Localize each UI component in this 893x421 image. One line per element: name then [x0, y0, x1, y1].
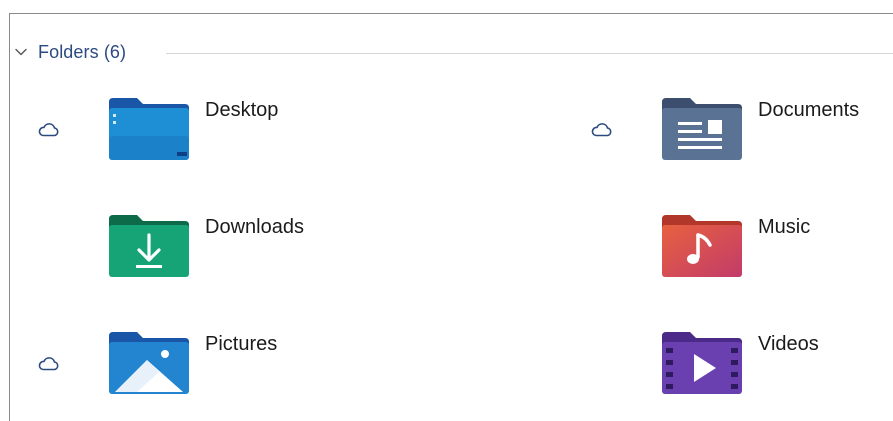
pictures-folder-icon	[107, 330, 191, 396]
folder-item-videos[interactable]: Videos	[590, 330, 893, 410]
folder-item-downloads[interactable]: Downloads	[37, 213, 397, 293]
folder-label: Videos	[758, 333, 819, 355]
folder-item-desktop[interactable]: Desktop	[37, 96, 397, 176]
folder-label: Desktop	[205, 99, 279, 121]
chevron-down-icon[interactable]	[14, 45, 28, 59]
group-divider	[166, 53, 893, 54]
folder-item-music[interactable]: Music	[590, 213, 893, 293]
cloud-sync-icon	[37, 122, 61, 138]
folders-group-header[interactable]: Folders (6)	[14, 37, 126, 67]
folder-label: Documents	[758, 99, 860, 121]
folders-group-title: Folders (6)	[38, 41, 127, 62]
cloud-sync-icon	[37, 356, 61, 372]
folder-item-documents[interactable]: Documents	[590, 96, 893, 176]
downloads-folder-icon	[107, 213, 191, 279]
music-folder-icon	[660, 213, 744, 279]
documents-folder-icon	[660, 96, 744, 162]
folder-item-pictures[interactable]: Pictures	[37, 330, 397, 410]
folder-label: Music	[758, 216, 811, 238]
cloud-sync-icon	[590, 122, 614, 138]
folder-label: Pictures	[205, 333, 278, 355]
folder-label: Downloads	[205, 216, 304, 238]
videos-folder-icon	[660, 330, 744, 396]
desktop-folder-icon	[107, 96, 191, 162]
